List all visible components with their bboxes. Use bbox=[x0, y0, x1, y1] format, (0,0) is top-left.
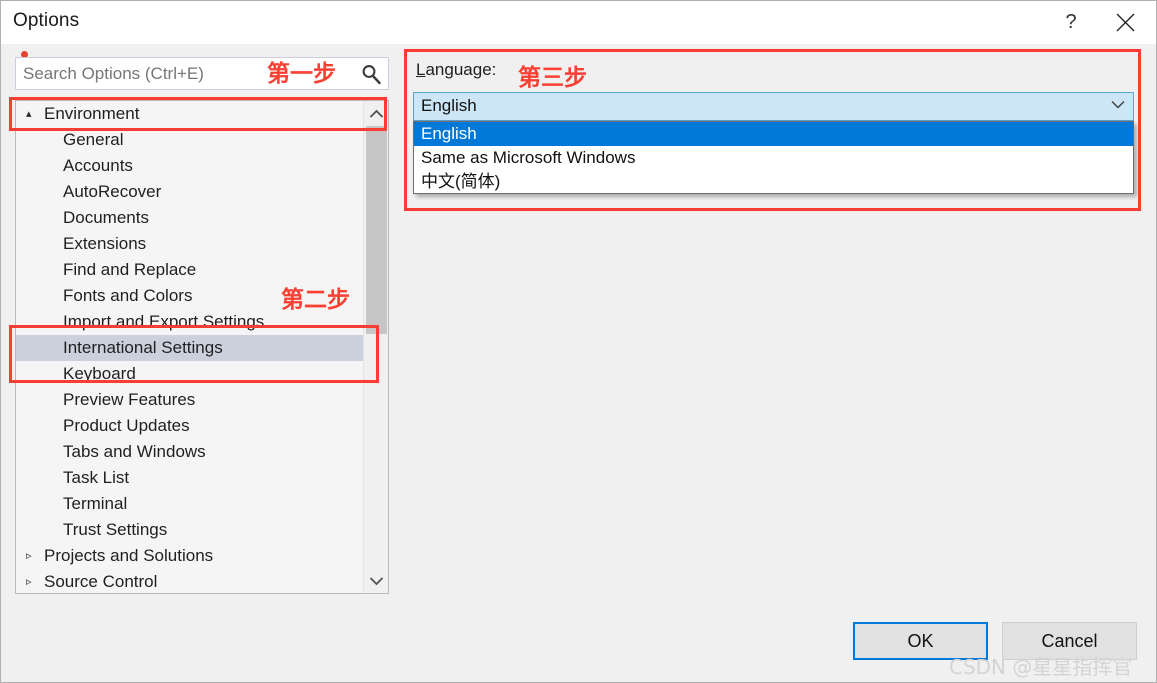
tree-item-label: Import and Export Settings bbox=[63, 312, 265, 331]
tree-item-label: Find and Replace bbox=[63, 260, 197, 279]
tree-item-label: Documents bbox=[63, 208, 149, 227]
options-tree[interactable]: ▴ Environment General Accounts AutoRecover Do… bbox=[15, 100, 389, 594]
ok-button-label: OK bbox=[907, 630, 934, 651]
search-icon[interactable] bbox=[360, 63, 382, 85]
triangle-down-icon[interactable]: ▴ bbox=[26, 101, 44, 127]
help-button[interactable]: ? bbox=[1048, 1, 1094, 44]
scroll-down-button[interactable] bbox=[364, 568, 388, 593]
language-option-label: 中文(简体) bbox=[421, 172, 501, 191]
language-option-label: Same as Microsoft Windows bbox=[421, 148, 636, 167]
tree-item-task-list[interactable]: Task List bbox=[16, 465, 388, 491]
tree-item-label: Product Updates bbox=[63, 416, 190, 435]
tree-item-tabs-and-windows[interactable]: Tabs and Windows bbox=[16, 439, 388, 465]
language-option-label: English bbox=[421, 124, 477, 143]
tree-item-label: Source Control bbox=[44, 572, 158, 591]
tree-item-label: Fonts and Colors bbox=[63, 286, 193, 305]
question-mark-icon: ? bbox=[1065, 11, 1077, 33]
tree-item-label: Projects and Solutions bbox=[44, 546, 214, 565]
tree-item-label: Extensions bbox=[63, 234, 147, 253]
tree-item-product-updates[interactable]: Product Updates bbox=[16, 413, 388, 439]
chevron-down-icon[interactable] bbox=[1111, 100, 1125, 109]
title-bar: Options ? bbox=[1, 1, 1156, 44]
language-label-rest: anguage: bbox=[425, 60, 497, 79]
tree-item-autorecover[interactable]: AutoRecover bbox=[16, 179, 388, 205]
tree-item-keyboard[interactable]: Keyboard bbox=[16, 361, 388, 387]
annotation-step2-text: 第二步 bbox=[281, 287, 350, 313]
scroll-up-button[interactable] bbox=[364, 101, 388, 126]
triangle-right-icon[interactable]: ▹ bbox=[26, 569, 44, 593]
tree-item-trust-settings[interactable]: Trust Settings bbox=[16, 517, 388, 543]
close-button[interactable] bbox=[1102, 1, 1148, 44]
tree-item-documents[interactable]: Documents bbox=[16, 205, 388, 231]
scrollbar-thumb[interactable] bbox=[366, 126, 387, 334]
tree-item-label: Keyboard bbox=[63, 364, 136, 383]
annotation-step3-text: 第三步 bbox=[518, 65, 587, 91]
tree-item-international-settings[interactable]: International Settings bbox=[16, 335, 388, 361]
tree-item-label: International Settings bbox=[63, 338, 223, 357]
tree-item-label: Trust Settings bbox=[63, 520, 168, 539]
language-label: Language: bbox=[416, 60, 496, 80]
tree-item-general[interactable]: General bbox=[16, 127, 388, 153]
language-dropdown-list[interactable]: English Same as Microsoft Windows 中文(简体) bbox=[413, 121, 1134, 194]
language-option[interactable]: English bbox=[414, 122, 1133, 146]
tree-item-label: Environment bbox=[44, 104, 140, 123]
language-combobox[interactable]: English bbox=[413, 92, 1134, 121]
page-title: Options bbox=[13, 10, 80, 31]
options-dialog: Options ? ▴Environment General Accounts Aut… bbox=[0, 0, 1157, 683]
tree-item-label: AutoRecover bbox=[63, 182, 162, 201]
tree-item-label: Accounts bbox=[63, 156, 133, 175]
tree-item-label: Task List bbox=[63, 468, 130, 487]
tree-item-projects-and-solutions[interactable]: ▹ Projects and Solutions bbox=[16, 543, 388, 569]
close-icon bbox=[1116, 13, 1134, 32]
tree-item-label: Preview Features bbox=[63, 390, 196, 409]
tree-item-label: Tabs and Windows bbox=[63, 442, 206, 461]
chevron-down-icon bbox=[369, 576, 384, 585]
chevron-up-icon bbox=[369, 109, 384, 118]
tree-item-preview-features[interactable]: Preview Features bbox=[16, 387, 388, 413]
watermark: CSDN @星星指挥官 bbox=[949, 655, 1133, 679]
triangle-right-icon[interactable]: ▹ bbox=[26, 543, 44, 569]
tree-item-source-control[interactable]: ▹ Source Control bbox=[16, 569, 388, 593]
language-selected-value: English bbox=[421, 96, 477, 115]
annotation-step1-text: 第一步 bbox=[267, 61, 336, 87]
tree-scrollbar[interactable] bbox=[363, 101, 388, 593]
tree-item-terminal[interactable]: Terminal bbox=[16, 491, 388, 517]
tree-item-extensions[interactable]: Extensions bbox=[16, 231, 388, 257]
tree-item-accounts[interactable]: Accounts bbox=[16, 153, 388, 179]
language-option[interactable]: Same as Microsoft Windows bbox=[414, 146, 1133, 170]
language-option[interactable]: 中文(简体) bbox=[414, 170, 1133, 194]
tree-rows: ▴ Environment General Accounts AutoRecover Do… bbox=[16, 101, 388, 593]
tree-item-label: General bbox=[63, 130, 124, 149]
cancel-button-label: Cancel bbox=[1041, 630, 1098, 651]
tree-item-label: Terminal bbox=[63, 494, 128, 513]
tree-item-environment[interactable]: ▴ Environment bbox=[16, 101, 388, 127]
